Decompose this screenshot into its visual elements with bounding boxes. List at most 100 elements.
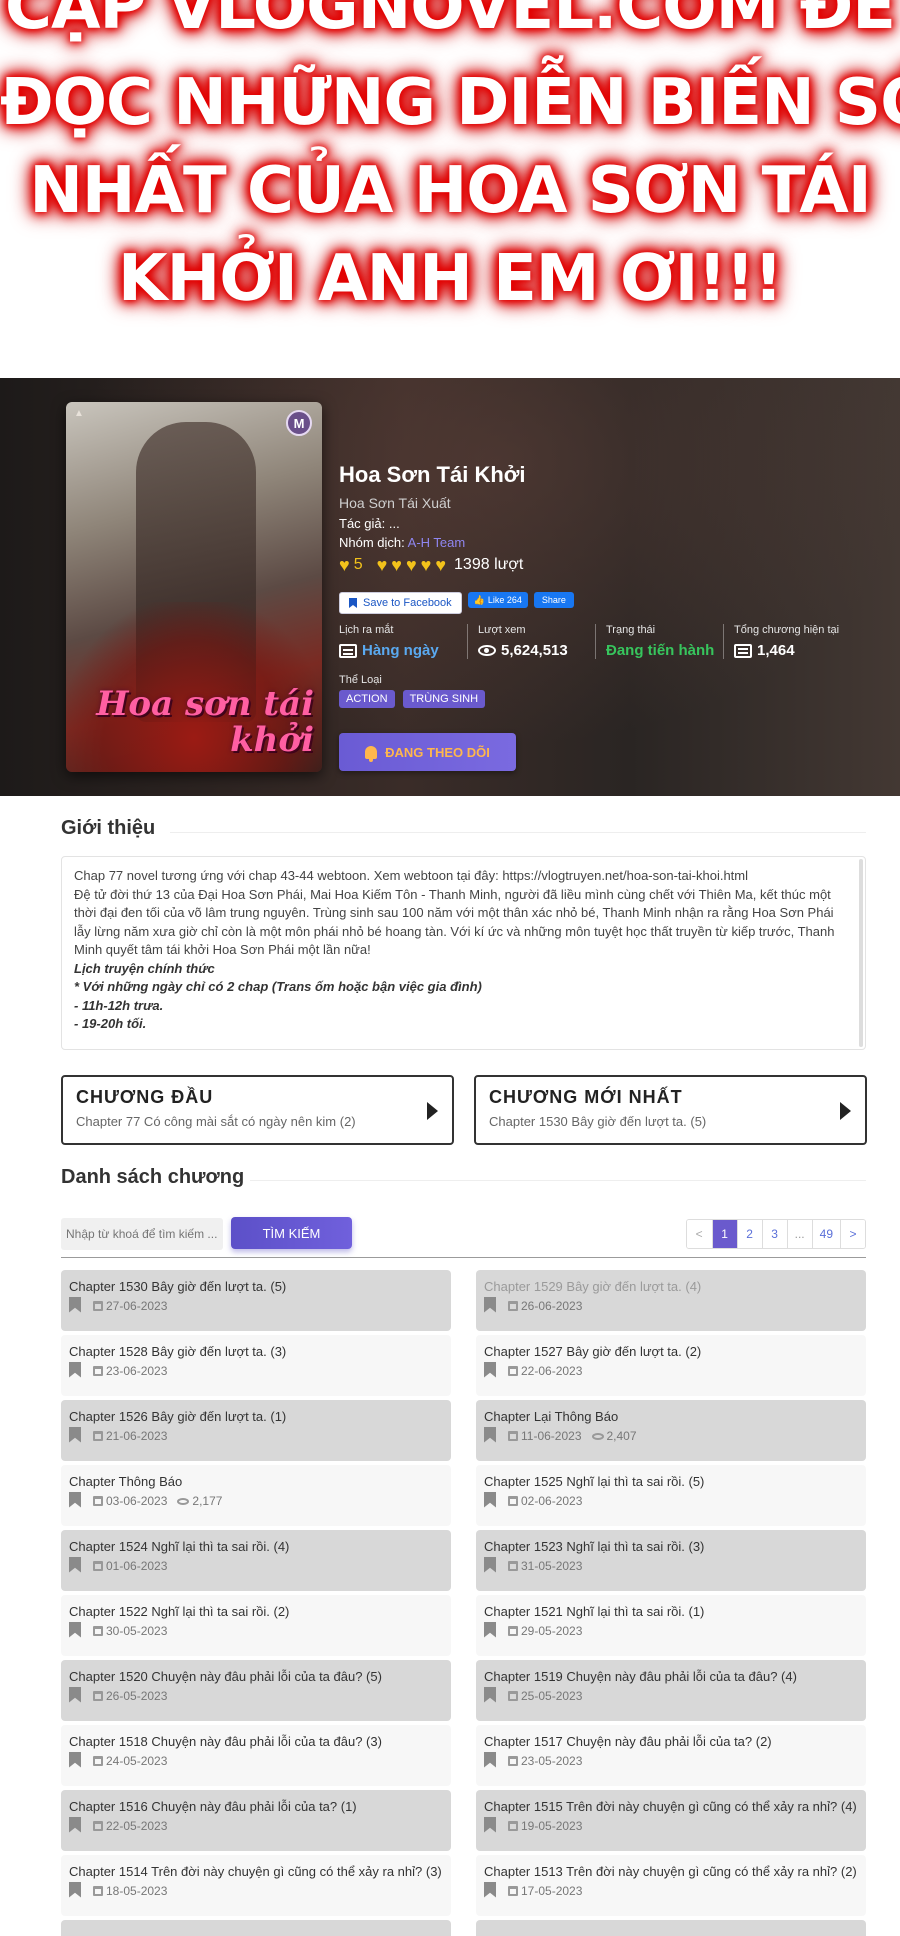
- manga-alt-title: Hoa Sơn Tái Xuất: [339, 495, 451, 511]
- follow-button[interactable]: ĐANG THEO DÕI: [339, 733, 516, 771]
- rating-heart-4-icon[interactable]: ♥: [421, 556, 432, 574]
- team-label: Nhóm dịch:: [339, 535, 405, 550]
- bookmark-icon[interactable]: [69, 1816, 81, 1833]
- chapter-item[interactable]: Chapter 1530 Bây giờ đến lượt ta. (5) 27…: [61, 1270, 451, 1331]
- chapter-item[interactable]: Chapter 1529 Bây giờ đến lượt ta. (4) 26…: [476, 1270, 866, 1331]
- rating-heart-5-icon[interactable]: ♥: [435, 556, 446, 574]
- bookmark-icon[interactable]: [69, 1686, 81, 1703]
- page-button[interactable]: 2: [736, 1220, 762, 1248]
- facebook-share-button[interactable]: Share: [533, 592, 574, 608]
- intro-box[interactable]: Chap 77 novel tương ứng với chap 43-44 w…: [61, 856, 866, 1050]
- stat-release: Lịch ra mắt Hàng ngày: [339, 624, 467, 659]
- eye-icon: [478, 645, 496, 656]
- bookmark-icon[interactable]: [484, 1426, 496, 1443]
- views-value-row: 5,624,513: [478, 642, 587, 659]
- chapter-meta: 29-05-2023: [484, 1621, 858, 1638]
- chapter-item[interactable]: Chapter 1513 Trên đời này chuyện gì cũng…: [476, 1855, 866, 1916]
- page-prev-button[interactable]: <: [686, 1220, 712, 1248]
- chapter-item[interactable]: Chapter 1527 Bây giờ đến lượt ta. (2) 22…: [476, 1335, 866, 1396]
- calendar-icon: [93, 1821, 103, 1831]
- chapter-item[interactable]: Chapter Thông Báo 03-06-2023 2,177: [61, 1465, 451, 1526]
- bookmark-icon[interactable]: [69, 1881, 81, 1898]
- cover-image[interactable]: ▲ M Hoa sơn tái khởi: [66, 402, 322, 772]
- page-next-button[interactable]: >: [840, 1220, 865, 1248]
- chapter-item[interactable]: Chapter 1522 Nghĩ lại thì ta sai rồi. (2…: [61, 1595, 451, 1656]
- latest-chapter-button[interactable]: CHƯƠNG MỚI NHẤT Chapter 1530 Bây giờ đến…: [474, 1075, 867, 1145]
- rating-count: 1398 lượt: [454, 556, 524, 573]
- chapter-meta: 22-05-2023: [69, 1816, 443, 1833]
- chapter-meta: 27-06-2023: [69, 1296, 443, 1313]
- chapter-meta: 25-05-2023: [484, 1686, 858, 1703]
- chapter-item[interactable]: Chapter 1517 Chuyện này đâu phải lỗi của…: [476, 1725, 866, 1786]
- save-to-facebook-button[interactable]: Save to Facebook: [339, 592, 462, 614]
- rating-heart-1-icon[interactable]: ♥: [377, 556, 388, 574]
- release-value: Hàng ngày: [362, 642, 439, 659]
- calendar-icon: [93, 1366, 103, 1376]
- bookmark-icon[interactable]: [484, 1751, 496, 1768]
- bookmark-icon[interactable]: [484, 1816, 496, 1833]
- rating-heart-2-icon[interactable]: ♥: [391, 556, 402, 574]
- chapter-item[interactable]: Chapter 1521 Nghĩ lại thì ta sai rồi. (1…: [476, 1595, 866, 1656]
- bookmark-icon[interactable]: [69, 1751, 81, 1768]
- genre-tag[interactable]: ACTION: [339, 690, 395, 708]
- bookmark-icon[interactable]: [484, 1491, 496, 1508]
- eye-icon: [591, 1432, 604, 1440]
- bookmark-icon[interactable]: [69, 1556, 81, 1573]
- schedule-noon: - 11h-12h trưa.: [74, 997, 164, 1013]
- bookmark-icon[interactable]: [69, 1491, 81, 1508]
- bookmark-icon[interactable]: [69, 1361, 81, 1378]
- bookmark-icon[interactable]: [484, 1881, 496, 1898]
- chapter-name: Chapter 1529 Bây giờ đến lượt ta. (4): [484, 1279, 702, 1294]
- rating-heart-3-icon[interactable]: ♥: [406, 556, 417, 574]
- bookmark-icon[interactable]: [69, 1296, 81, 1313]
- intro-scrollbar[interactable]: [859, 859, 863, 1047]
- calendar-icon: [93, 1431, 103, 1441]
- chapter-item[interactable]: Chapter 1519 Chuyện này đâu phải lỗi của…: [476, 1660, 866, 1721]
- chapter-search-input[interactable]: [61, 1218, 223, 1250]
- page-button[interactable]: 49: [811, 1220, 840, 1248]
- chapter-date: 03-06-2023: [106, 1494, 168, 1508]
- bookmark-icon[interactable]: [484, 1621, 496, 1638]
- chapter-item[interactable]: Chapter 1525 Nghĩ lại thì ta sai rồi. (5…: [476, 1465, 866, 1526]
- page-button[interactable]: 3: [761, 1220, 787, 1248]
- facebook-like-button[interactable]: 👍 Like 264: [467, 592, 528, 608]
- status-value: Đang tiến hành: [606, 642, 715, 659]
- chapter-item[interactable]: Chapter 1515 Trên đời này chuyện gì cũng…: [476, 1790, 866, 1851]
- calendar-icon: [508, 1431, 518, 1441]
- views-value: 5,624,513: [501, 642, 568, 659]
- chapter-date: 23-06-2023: [106, 1364, 168, 1378]
- team-link[interactable]: A-H Team: [408, 535, 466, 550]
- calendar-icon: [508, 1626, 518, 1636]
- bookmark-icon[interactable]: [484, 1686, 496, 1703]
- chapter-item[interactable]: [476, 1920, 866, 1936]
- page-button[interactable]: 1: [711, 1220, 737, 1248]
- bookmark-icon[interactable]: [69, 1426, 81, 1443]
- chapter-meta: 26-06-2023: [484, 1296, 858, 1313]
- genre-tag[interactable]: TRÙNG SINH: [402, 690, 486, 708]
- bookmark-icon[interactable]: [69, 1621, 81, 1638]
- chapter-item[interactable]: Chapter Lại Thông Báo 11-06-2023 2,407: [476, 1400, 866, 1461]
- chapter-item[interactable]: Chapter 1518 Chuyện này đâu phải lỗi của…: [61, 1725, 451, 1786]
- calendar-icon: [508, 1691, 518, 1701]
- chapter-item[interactable]: [61, 1920, 451, 1936]
- calendar-icon: [93, 1886, 103, 1896]
- chapter-item[interactable]: Chapter 1524 Nghĩ lại thì ta sai rồi. (4…: [61, 1530, 451, 1591]
- chapter-name: Chapter 1517 Chuyện này đâu phải lỗi của…: [484, 1734, 772, 1749]
- chapter-item[interactable]: Chapter 1528 Bây giờ đến lượt ta. (3) 23…: [61, 1335, 451, 1396]
- bookmark-icon[interactable]: [484, 1296, 496, 1313]
- chapter-item[interactable]: Chapter 1514 Trên đời này chuyện gì cũng…: [61, 1855, 451, 1916]
- chapter-item[interactable]: Chapter 1526 Bây giờ đến lượt ta. (1) 21…: [61, 1400, 451, 1461]
- heart-icon: ♥: [339, 555, 350, 575]
- bookmark-icon[interactable]: [484, 1556, 496, 1573]
- calendar-icon: [508, 1366, 518, 1376]
- bookmark-icon[interactable]: [484, 1361, 496, 1378]
- search-button[interactable]: TÌM KIẾM: [231, 1217, 352, 1249]
- chapter-meta: 22-06-2023: [484, 1361, 858, 1378]
- author-value: ...: [388, 516, 400, 531]
- first-chapter-button[interactable]: CHƯƠNG ĐẦU Chapter 77 Có công mài sắt có…: [61, 1075, 454, 1145]
- cover-badge-icon: M: [286, 410, 312, 436]
- chapter-item[interactable]: Chapter 1520 Chuyện này đâu phải lỗi của…: [61, 1660, 451, 1721]
- chapter-date: 22-05-2023: [106, 1819, 168, 1833]
- chapter-item[interactable]: Chapter 1516 Chuyện này đâu phải lỗi của…: [61, 1790, 451, 1851]
- chapter-item[interactable]: Chapter 1523 Nghĩ lại thì ta sai rồi. (3…: [476, 1530, 866, 1591]
